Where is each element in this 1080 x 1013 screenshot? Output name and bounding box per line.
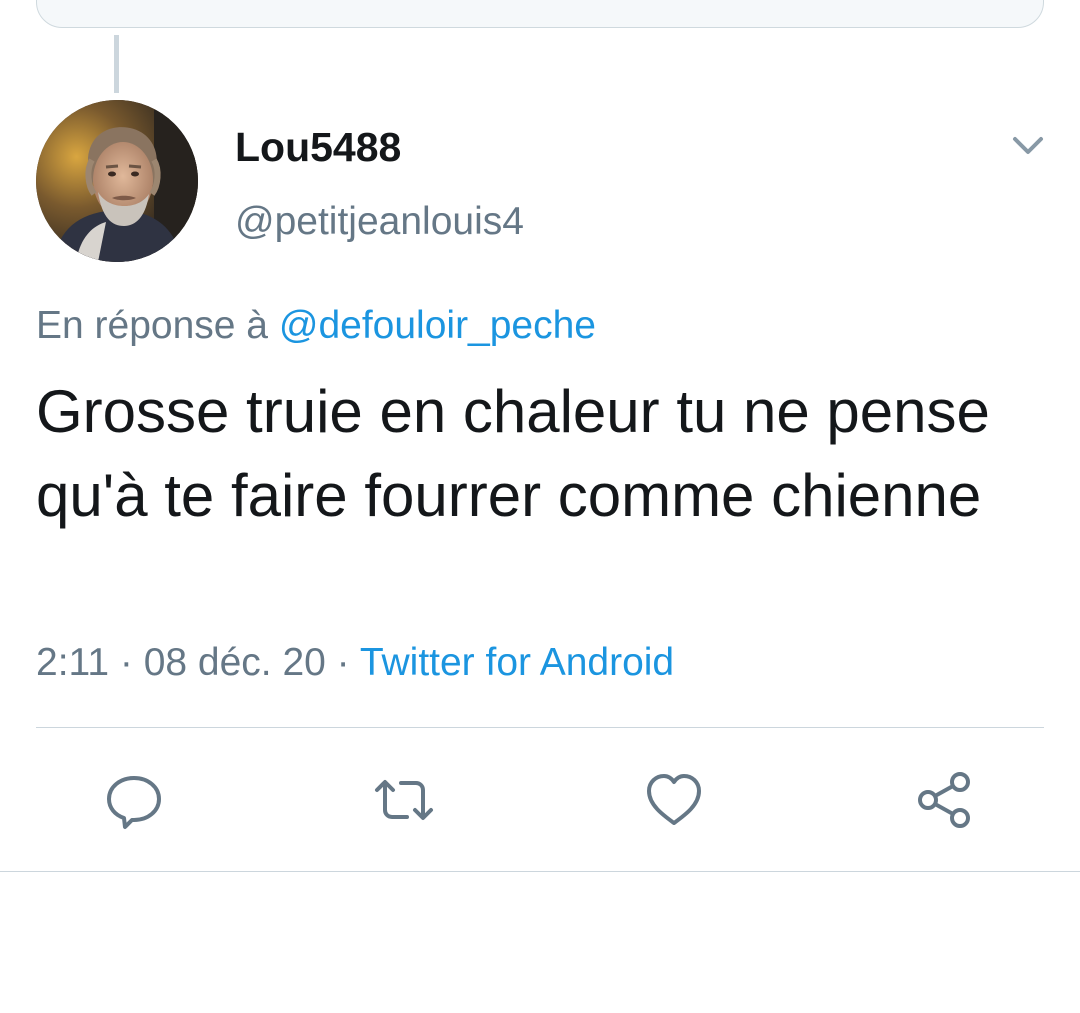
- reply-mention-link[interactable]: @defouloir_peche: [279, 304, 596, 347]
- retweet-button[interactable]: [366, 762, 442, 838]
- like-button[interactable]: [636, 762, 712, 838]
- reply-prefix: En réponse à: [36, 304, 269, 347]
- thread-connector-line: [114, 35, 119, 93]
- tweet-actions-bar: [0, 762, 1080, 838]
- user-handle[interactable]: @petitjeanlouis4: [235, 197, 524, 247]
- tweet-time: 2:11: [36, 641, 110, 684]
- share-icon: [918, 772, 970, 828]
- meta-separator: ·: [325, 641, 360, 684]
- divider: [0, 871, 1080, 872]
- previous-tweet-card[interactable]: [36, 0, 1044, 28]
- share-button[interactable]: [906, 762, 982, 838]
- display-name[interactable]: Lou5488: [235, 122, 401, 172]
- meta-separator: ·: [109, 641, 144, 684]
- reply-icon: [107, 776, 161, 829]
- reply-context: En réponse à @defouloir_peche: [36, 300, 596, 352]
- avatar[interactable]: [36, 100, 198, 262]
- divider: [36, 727, 1044, 728]
- chevron-down-icon: [1013, 137, 1043, 154]
- tweet-source-link[interactable]: Twitter for Android: [360, 641, 674, 684]
- heart-icon: [647, 774, 701, 825]
- reply-button[interactable]: [96, 762, 172, 838]
- tweet-text: Grosse truie en chaleur tu ne pense qu'à…: [36, 378, 990, 529]
- more-options-button[interactable]: [1006, 126, 1050, 166]
- tweet-detail-page: Lou5488 @petitjeanlouis4 En réponse à @d…: [0, 0, 1080, 1013]
- tweet-meta: 2:11 · 08 déc. 20 · Twitter for Android: [36, 637, 674, 689]
- tweet-date: 08 déc. 20: [143, 641, 326, 684]
- retweet-icon: [375, 780, 433, 820]
